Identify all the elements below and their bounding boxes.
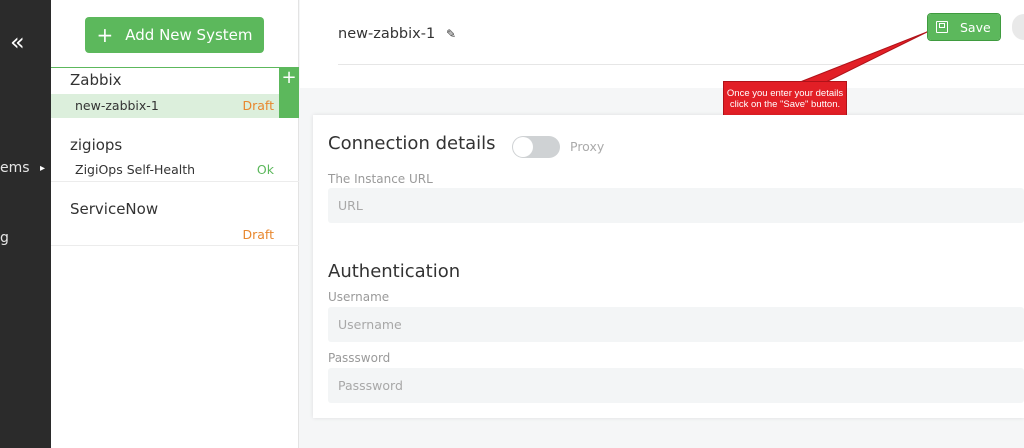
instance-status-badge: Draft [242,98,274,113]
instance-name: new-zabbix-1 [75,98,159,113]
connection-form-card: Connection details Proxy The Instance UR… [313,115,1024,418]
username-input[interactable] [328,307,1024,342]
system-group-name: ServiceNow [70,200,159,218]
save-button[interactable]: Save [927,13,1001,41]
system-instance-row[interactable]: ZigiOps Self-Health Ok [51,158,299,182]
instance-name: ZigiOps Self-Health [75,162,196,177]
collapse-nav-icon[interactable]: « [10,30,25,54]
editor-header: new-zabbix-1 ✎ Save [300,0,1024,88]
system-instance-row[interactable]: new-zabbix-1 Draft [51,94,279,118]
chevron-right-icon: ▸ [40,163,46,174]
authentication-heading: Authentication [328,261,461,282]
title-underline [338,64,1024,65]
save-icon [936,21,948,33]
nav-item-systems-label[interactable]: ems [0,160,30,176]
divider [51,245,299,246]
toggle-knob [513,137,533,157]
system-group-name: Zabbix [70,71,122,89]
system-name-title: new-zabbix-1 [338,26,436,42]
instance-url-input[interactable] [328,188,1024,223]
divider [51,181,299,182]
system-instance-row[interactable]: Draft [51,223,299,247]
proxy-label: Proxy [570,139,605,154]
nav-item-logging-label[interactable]: g [0,230,9,246]
password-input[interactable] [328,368,1024,403]
system-group-zigiops: zigiops ZigiOps Self-Health Ok [51,130,299,182]
main-nav: « ems ▸ g [0,0,51,448]
username-label: Username [328,290,390,304]
add-new-system-label: Add New System [125,26,253,44]
add-new-system-button[interactable]: + Add New System [85,17,264,53]
system-group-name: zigiops [70,136,123,154]
plus-icon: + [96,23,114,47]
systems-panel: + Add New System Zabbix + new-zabbix-1 D… [51,0,299,448]
add-instance-icon[interactable]: + [279,67,299,118]
system-group-zabbix: Zabbix + new-zabbix-1 Draft [51,67,299,119]
instance-url-label: The Instance URL [328,172,433,186]
password-label: Passsword [328,351,391,365]
instance-status-badge: Draft [242,227,274,242]
instance-status-badge: Ok [256,162,274,177]
system-group-servicenow: ServiceNow Draft [51,195,299,247]
proxy-toggle[interactable] [512,136,560,158]
edit-name-icon[interactable]: ✎ [446,27,456,41]
more-options-button[interactable] [1012,14,1024,40]
save-button-label: Save [960,19,991,35]
connection-details-heading: Connection details [328,133,496,154]
